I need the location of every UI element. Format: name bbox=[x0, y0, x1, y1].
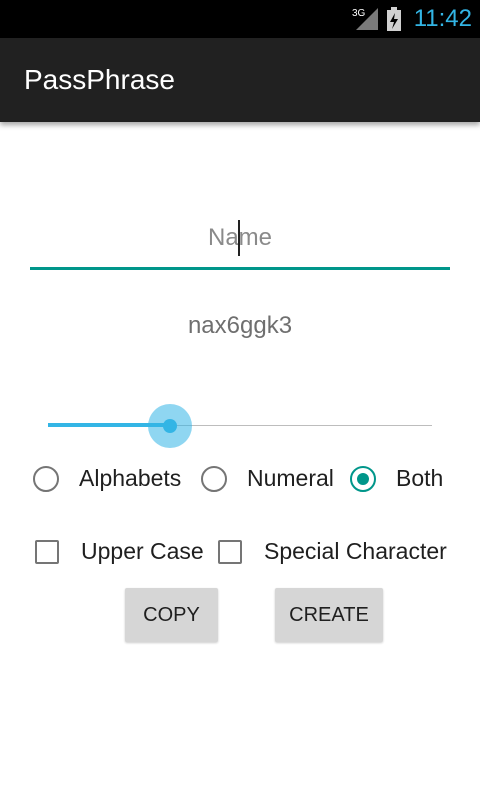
radio-label: Both bbox=[396, 465, 444, 491]
checkbox-icon[interactable] bbox=[35, 539, 59, 564]
status-icons: 3G 11:42 bbox=[352, 0, 472, 38]
app-title: PassPhrase bbox=[24, 64, 175, 95]
checkbox-icon[interactable] bbox=[218, 539, 242, 564]
name-input[interactable] bbox=[30, 212, 450, 264]
status-time: 11:42 bbox=[413, 5, 472, 32]
create-button[interactable]: CREATE bbox=[275, 588, 383, 642]
signal-3g-icon: 3G bbox=[352, 6, 380, 32]
radio-label: Alphabets bbox=[79, 465, 182, 491]
text-cursor bbox=[238, 220, 240, 256]
radio-numeral[interactable]: Numeral bbox=[201, 465, 334, 492]
checkbox-label: Special Character bbox=[264, 538, 447, 564]
name-field[interactable] bbox=[30, 212, 450, 270]
radio-dot bbox=[357, 472, 369, 485]
generated-password: nax6ggk3 bbox=[187, 312, 293, 339]
slider-thumb[interactable] bbox=[163, 419, 177, 433]
checkbox-upper-case[interactable]: Upper Case bbox=[35, 538, 204, 565]
radio-both[interactable]: Both bbox=[350, 465, 443, 492]
radio-label: Numeral bbox=[247, 465, 334, 491]
status-bar: 3G 11:42 bbox=[0, 0, 480, 38]
checkbox-label: Upper Case bbox=[81, 538, 204, 564]
radio-alphabets[interactable]: Alphabets bbox=[33, 465, 181, 492]
battery-charging-icon bbox=[386, 6, 402, 32]
network-type-label: 3G bbox=[352, 8, 366, 19]
radio-button-checked-icon[interactable] bbox=[350, 465, 376, 492]
action-bar: PassPhrase bbox=[0, 38, 480, 122]
radio-button-icon[interactable] bbox=[201, 465, 227, 492]
radio-button-icon[interactable] bbox=[33, 465, 59, 492]
checkbox-special-character[interactable]: Special Character bbox=[218, 538, 447, 565]
length-slider[interactable] bbox=[48, 400, 432, 452]
copy-button[interactable]: COPY bbox=[125, 588, 218, 642]
